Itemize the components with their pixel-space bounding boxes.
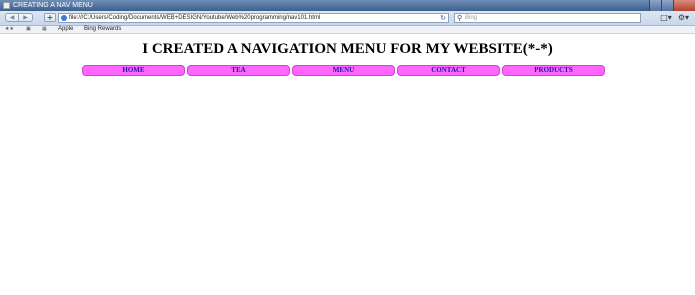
refresh-icon[interactable]: ↻: [440, 14, 446, 22]
nav-menu: HOME TEA MENU CONTACT PRODUCTS: [82, 65, 605, 76]
page-icon: [61, 15, 67, 21]
page-content: I CREATED A NAVIGATION MENU FOR MY WEBSI…: [0, 34, 695, 295]
close-button[interactable]: [673, 0, 695, 11]
favorites-star-icon[interactable]: ★★: [5, 26, 14, 33]
nav-item-menu[interactable]: MENU: [292, 65, 395, 76]
new-tab-button[interactable]: +: [44, 13, 56, 22]
favorite-link-apple[interactable]: Apple: [58, 26, 73, 33]
minimize-button[interactable]: [649, 0, 661, 11]
address-bar[interactable]: file:///C:/Users/Coding/Documents/WEB+DE…: [58, 13, 449, 23]
nav-item-products[interactable]: PRODUCTS: [502, 65, 605, 76]
forward-button[interactable]: ▶: [19, 13, 33, 22]
nav-item-tea[interactable]: TEA: [187, 65, 290, 76]
title-bar: CREATING A NAV MENU: [0, 0, 695, 11]
address-url[interactable]: file:///C:/Users/Coding/Documents/WEB+DE…: [69, 14, 320, 22]
favorite-link-bing-rewards[interactable]: Bing Rewards: [84, 26, 121, 33]
grid-icon[interactable]: ▦: [42, 26, 47, 33]
search-box[interactable]: ⚲ Bing: [454, 13, 641, 23]
window-title: CREATING A NAV MENU: [13, 2, 93, 9]
split-view-icon[interactable]: ▣: [26, 26, 31, 33]
history-buttons: ◀ ▶: [5, 13, 33, 22]
navigation-bar: ◀ ▶ + file:///C:/Users/Coding/Documents/…: [0, 11, 695, 26]
page-menu-icon[interactable]: □▾: [660, 13, 672, 22]
browser-window: CREATING A NAV MENU ◀ ▶ + file:///C:/Use…: [0, 0, 695, 295]
favorites-bar: ★★ ▣ ▦ Apple Bing Rewards: [0, 26, 695, 34]
nav-item-contact[interactable]: CONTACT: [397, 65, 500, 76]
page-heading: I CREATED A NAVIGATION MENU FOR MY WEBSI…: [142, 41, 553, 57]
browser-icon: [3, 2, 10, 9]
gear-icon[interactable]: ⚙▾: [678, 13, 689, 22]
nav-item-home[interactable]: HOME: [82, 65, 185, 76]
search-placeholder[interactable]: Bing: [465, 14, 477, 22]
maximize-button[interactable]: [661, 0, 673, 11]
search-icon[interactable]: ⚲: [457, 14, 462, 22]
back-button[interactable]: ◀: [5, 13, 19, 22]
window-controls: [649, 0, 695, 11]
tools-group: □▾ ⚙▾: [660, 13, 689, 22]
